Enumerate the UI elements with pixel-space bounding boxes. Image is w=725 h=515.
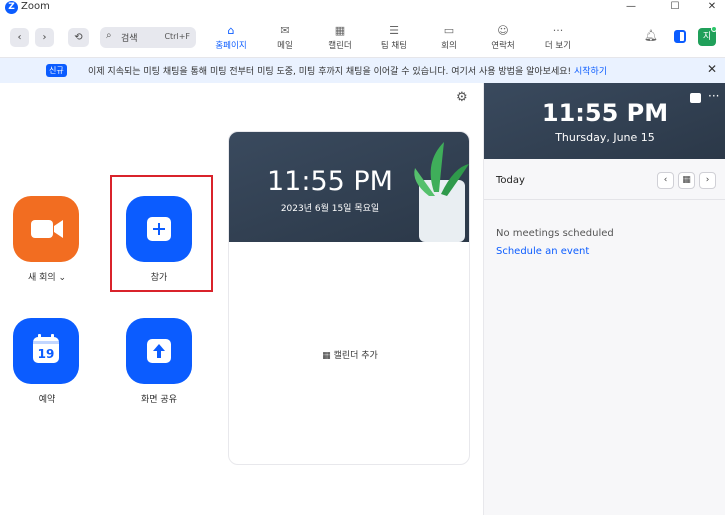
tab-calendar[interactable]: ▦ 캘린더	[314, 24, 366, 54]
add-calendar-label: 캘린더 추가	[333, 351, 378, 361]
prev-day-button[interactable]: ‹	[657, 172, 674, 189]
next-day-button[interactable]: ›	[699, 172, 716, 189]
divider	[484, 199, 725, 200]
minimize-button[interactable]: —	[616, 0, 646, 16]
history-button[interactable]: ⟲	[68, 28, 89, 47]
tab-label: 연락처	[491, 41, 515, 51]
tab-mail[interactable]: ✉ 메일	[259, 24, 311, 54]
calendar-icon: ▦	[334, 24, 346, 37]
calendar-small-icon: ▦	[322, 351, 334, 361]
search-box[interactable]: ⌕ 검색 Ctrl+F	[100, 27, 196, 48]
video-camera-icon: ▭	[443, 24, 455, 37]
close-banner-icon[interactable]: ✕	[707, 62, 717, 76]
right-panel: 11:55 PM Thursday, June 15 ··· Today ‹ ▦…	[483, 83, 725, 515]
new-badge: 신규	[46, 64, 67, 77]
tab-label: 메일	[277, 41, 293, 51]
search-icon: ⌕	[106, 30, 112, 41]
forward-button[interactable]: ›	[35, 28, 54, 47]
mail-icon: ✉	[280, 24, 290, 37]
tab-label: 홈페이지	[215, 41, 247, 51]
banner-message: 이제 지속되는 미팅 채팅을 통해 미팅 전부터 미팅 도중, 미팅 후까지 채…	[88, 64, 607, 77]
right-panel-header: 11:55 PM Thursday, June 15 ···	[484, 83, 725, 159]
settings-gear-icon[interactable]: ⚙	[456, 90, 468, 105]
card-header: 11:55 PM 2023년 6월 15일 목요일	[229, 132, 469, 242]
share-screen-button[interactable]	[126, 318, 192, 384]
tab-more[interactable]: ··· 더 보기	[532, 24, 584, 54]
tab-meetings[interactable]: ▭ 회의	[423, 24, 475, 54]
schedule-button[interactable]: 19	[13, 318, 79, 384]
tab-home[interactable]: ⌂ 홈페이지	[205, 24, 257, 54]
share-screen-label: 화면 공유	[141, 395, 177, 405]
tab-team-chat[interactable]: ☰ 팀 채팅	[368, 24, 420, 54]
status-dot	[711, 26, 717, 32]
new-meeting-button[interactable]	[13, 196, 79, 262]
schedule-event-link[interactable]: Schedule an event	[496, 246, 589, 257]
bell-icon[interactable]: 🔔︎	[644, 29, 658, 42]
zoom-logo-icon: Z	[5, 1, 18, 14]
contacts-icon: ☺	[497, 24, 509, 37]
home-icon: ⌂	[227, 24, 235, 37]
app-title: Zoom	[21, 1, 50, 12]
tab-label: 더 보기	[544, 41, 572, 51]
add-calendar-button[interactable]: ▦ 캘린더 추가	[229, 348, 469, 361]
search-shortcut: Ctrl+F	[164, 32, 190, 41]
search-placeholder: 검색	[121, 34, 138, 44]
back-button[interactable]: ‹	[10, 28, 29, 47]
banner-text: 이제 지속되는 미팅 채팅을 통해 미팅 전부터 미팅 도중, 미팅 후까지 채…	[88, 67, 572, 77]
join-label: 참가	[150, 273, 168, 283]
panel-date: Thursday, June 15	[555, 131, 655, 144]
tab-label: 팀 채팅	[380, 41, 408, 51]
calendar-icon: 19	[33, 334, 59, 363]
panel-time: 11:55 PM	[541, 99, 669, 127]
panel-toggle-icon[interactable]	[674, 30, 686, 43]
more-dots-icon: ···	[552, 24, 564, 37]
plus-icon	[147, 217, 171, 241]
more-options-icon[interactable]: ···	[708, 89, 719, 103]
close-window-button[interactable]: ✕	[697, 0, 725, 16]
title-bar: Z Zoom — ☐ ✕	[0, 0, 725, 16]
top-nav-bar: ‹ › ⟲ ⌕ 검색 Ctrl+F ⌂ 홈페이지 ✉ 메일 ▦ 캘린더 ☰ 팀 …	[0, 16, 725, 58]
join-button[interactable]	[126, 196, 192, 262]
card-date: 2023년 6월 15일 목요일	[280, 204, 380, 214]
tab-contacts[interactable]: ☺ 연락처	[477, 24, 529, 54]
announcement-banner: 신규 이제 지속되는 미팅 채팅을 통해 미팅 전부터 미팅 도중, 미팅 후까…	[0, 58, 725, 83]
tab-label: 회의	[441, 41, 457, 51]
new-meeting-label: 새 회의 ⌄	[27, 273, 67, 283]
get-started-link[interactable]: 시작하기	[574, 67, 607, 77]
tab-label: 캘린더	[328, 41, 352, 51]
schedule-label: 예약	[38, 395, 56, 405]
calendar-card: 11:55 PM 2023년 6월 15일 목요일 ▦ 캘린더 추가	[228, 131, 470, 465]
chat-icon: ☰	[389, 24, 399, 37]
share-arrow-icon	[147, 339, 171, 363]
maximize-button[interactable]: ☐	[660, 0, 690, 16]
calendar-icon[interactable]	[690, 93, 701, 103]
calendar-day-number: 19	[38, 347, 55, 361]
no-meetings-text: No meetings scheduled	[496, 228, 614, 239]
card-time: 11:55 PM	[267, 166, 393, 197]
date-picker-button[interactable]: ▦	[678, 172, 695, 189]
video-camera-icon	[31, 220, 63, 238]
today-label: Today	[496, 175, 525, 186]
